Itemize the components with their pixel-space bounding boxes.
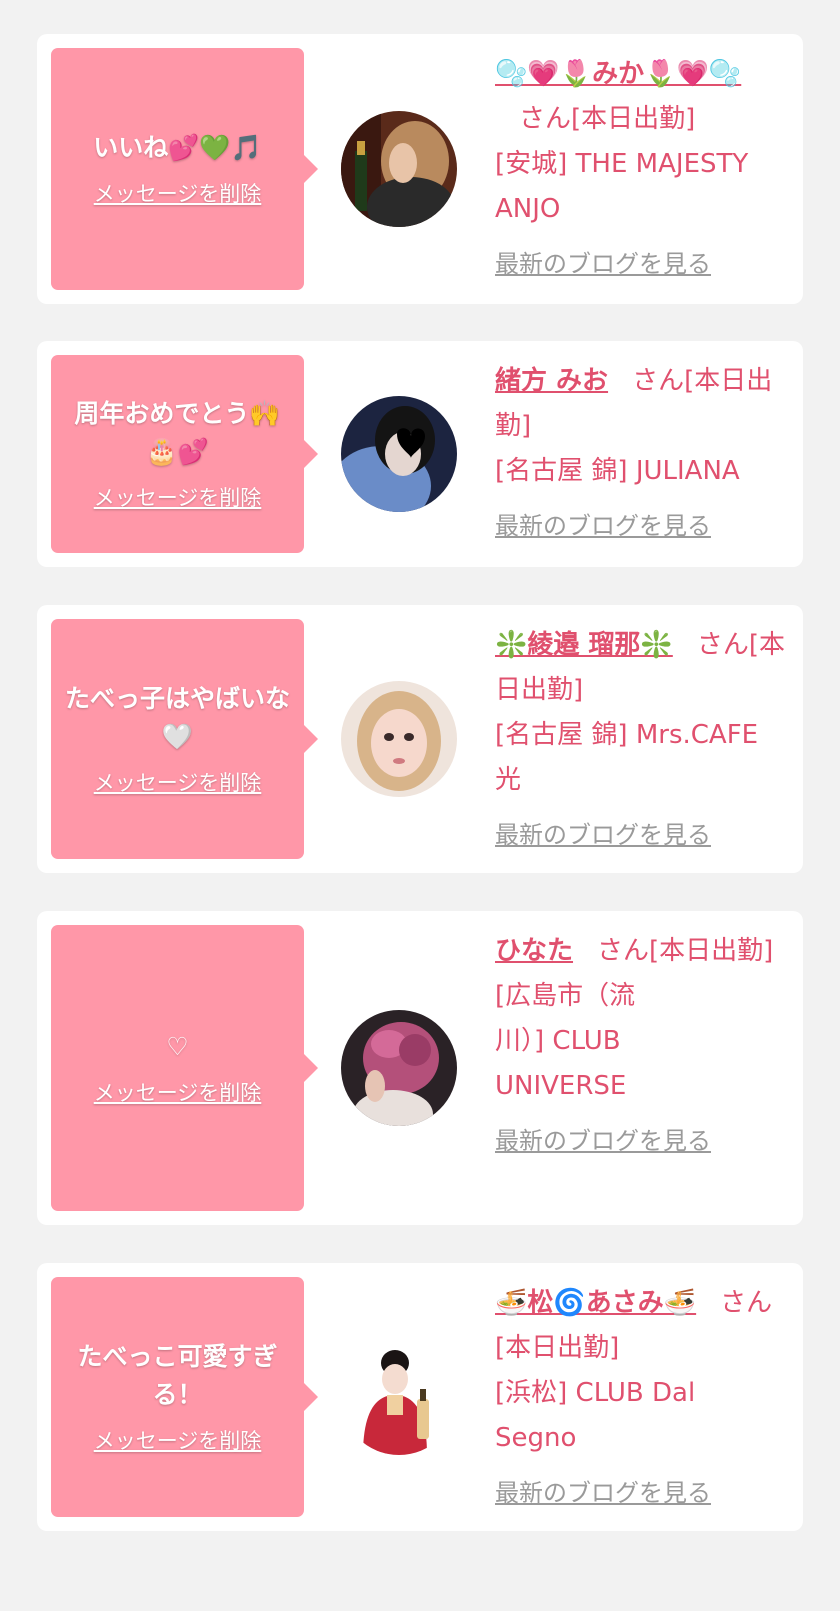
message-card: たべっ子はやばいな🤍 メッセージを削除 ❇️綾邉 瑠那❇️ さん[本日出勤] [名… xyxy=(37,605,803,873)
cast-status: さん[本日出勤] xyxy=(519,104,696,134)
message-bubble: たべっこ可愛すぎる！ メッセージを削除 xyxy=(51,1277,318,1517)
message-card: 周年おめでとう🙌🎂💕 メッセージを削除 緒方 みお さん[本日出勤] [名古屋 錦… xyxy=(37,341,803,567)
shop-name: [広島市（流川）] CLUB UNIVERSE xyxy=(495,981,636,1101)
woman-photo-pink-hair-icon xyxy=(341,1010,457,1126)
latest-blog-link[interactable]: 最新のブログを見る xyxy=(495,508,785,544)
woman-photo-brown-hair-icon xyxy=(341,111,457,227)
message-card: いいね💕💚🎵 メッセージを削除 🫧💗🌷みか🌷💗🫧 さん[本日出勤] [安城] TH… xyxy=(37,34,803,304)
cast-name-line: 🫧💗🌷みか🌷💗🫧 さん[本日出勤] xyxy=(495,52,785,142)
cast-name-link[interactable]: ❇️綾邉 瑠那❇️ xyxy=(495,630,673,660)
cast-avatar[interactable] xyxy=(341,1010,457,1126)
cast-name-link[interactable]: 緒方 みお xyxy=(495,366,608,396)
delete-message-link[interactable]: メッセージを削除 xyxy=(94,1078,262,1108)
cast-avatar[interactable] xyxy=(341,396,457,512)
shop-name: [安城] THE MAJESTY ANJO xyxy=(495,149,749,224)
cast-status: さん[本日出勤] xyxy=(597,936,774,966)
message-text: たべっこ可愛すぎる！ xyxy=(77,1342,278,1409)
woman-photo-blue-masked-icon xyxy=(341,396,457,512)
latest-blog-link[interactable]: 最新のブログを見る xyxy=(495,1123,785,1159)
cast-name-line: 緒方 みお さん[本日出勤] xyxy=(495,359,785,449)
cast-name-link[interactable]: 🫧💗🌷みか🌷💗🫧 xyxy=(495,59,741,89)
cast-info: ひなた さん[本日出勤] [広島市（流川）] CLUB UNIVERSE 最新のブ… xyxy=(495,929,785,1159)
latest-blog-link[interactable]: 最新のブログを見る xyxy=(495,1475,785,1511)
delete-message-link[interactable]: メッセージを削除 xyxy=(94,179,262,209)
message-text: ♡ xyxy=(166,1032,189,1061)
message-bubble: 周年おめでとう🙌🎂💕 メッセージを削除 xyxy=(51,355,318,553)
cast-info: 🫧💗🌷みか🌷💗🫧 さん[本日出勤] [安城] THE MAJESTY ANJO 最… xyxy=(495,52,785,282)
delete-message-link[interactable]: メッセージを削除 xyxy=(94,483,262,513)
cast-name-line: ひなた さん[本日出勤] xyxy=(495,929,785,974)
cast-name-line: ❇️綾邉 瑠那❇️ さん[本日出勤] xyxy=(495,623,785,713)
cast-name-link[interactable]: ひなた xyxy=(495,936,573,966)
shop-name: [名古屋 錦] Mrs.CAFE 光 xyxy=(495,720,759,795)
message-bubble: たべっ子はやばいな🤍 メッセージを削除 xyxy=(51,619,318,859)
shop-name: [浜松] CLUB Dal Segno xyxy=(495,1378,696,1453)
message-card: ♡ メッセージを削除 ひなた さん[本日出勤] [広島市（流川）] CLUB UN… xyxy=(37,911,803,1225)
cast-info: 🍜松🌀あさみ🍜 さん[本日出勤] [浜松] CLUB Dal Segno 最新のブ… xyxy=(495,1281,785,1511)
message-text: 周年おめでとう🙌🎂💕 xyxy=(74,399,281,466)
cast-info: ❇️綾邉 瑠那❇️ さん[本日出勤] [名古屋 錦] Mrs.CAFE 光 最新の… xyxy=(495,623,785,853)
woman-photo-blonde-icon xyxy=(341,681,457,797)
cast-info: 緒方 みお さん[本日出勤] [名古屋 錦] JULIANA 最新のブログを見る xyxy=(495,359,785,544)
woman-photo-red-kimono-icon xyxy=(341,1339,457,1455)
cast-name-line: 🍜松🌀あさみ🍜 さん[本日出勤] xyxy=(495,1281,785,1371)
delete-message-link[interactable]: メッセージを削除 xyxy=(94,1426,262,1456)
latest-blog-link[interactable]: 最新のブログを見る xyxy=(495,817,785,853)
shop-name: [名古屋 錦] JULIANA xyxy=(495,456,740,486)
delete-message-link[interactable]: メッセージを削除 xyxy=(94,768,262,798)
message-bubble: いいね💕💚🎵 メッセージを削除 xyxy=(51,48,318,290)
cast-avatar[interactable] xyxy=(341,111,457,227)
message-card: たべっこ可愛すぎる！ メッセージを削除 🍜松🌀あさみ🍜 さん[本日出勤] [浜松]… xyxy=(37,1263,803,1531)
message-text: たべっ子はやばいな🤍 xyxy=(65,684,291,751)
cast-name-link[interactable]: 🍜松🌀あさみ🍜 xyxy=(495,1288,696,1318)
latest-blog-link[interactable]: 最新のブログを見る xyxy=(495,246,785,282)
cast-avatar[interactable] xyxy=(341,681,457,797)
message-bubble: ♡ メッセージを削除 xyxy=(51,925,318,1211)
cast-avatar[interactable] xyxy=(341,1339,457,1455)
message-text: いいね💕💚🎵 xyxy=(93,133,262,162)
